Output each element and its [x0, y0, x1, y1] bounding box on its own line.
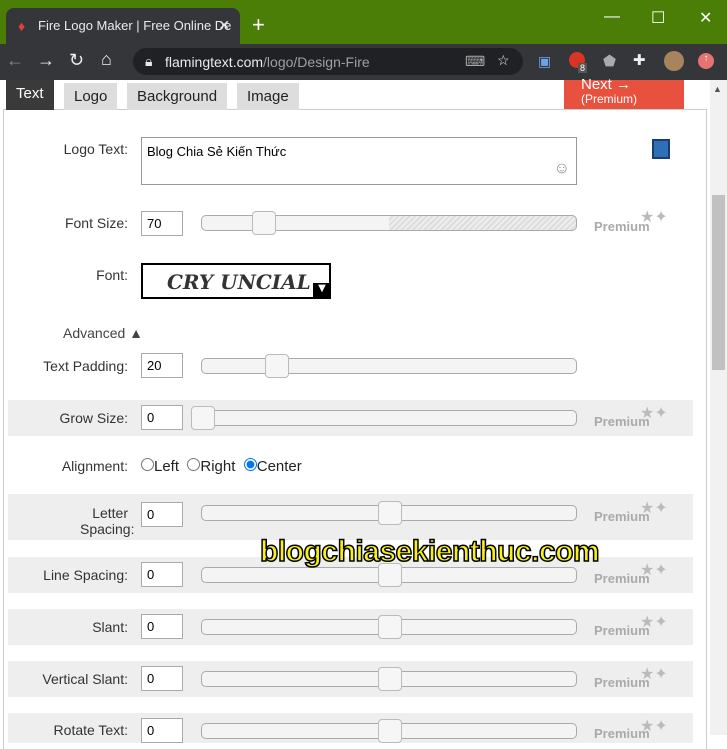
- align-center-radio[interactable]: Center: [243, 458, 302, 475]
- letter-spacing-input[interactable]: 0: [141, 502, 183, 527]
- shield-extension-icon[interactable]: ⬟: [603, 52, 616, 70]
- line-spacing-label: Line Spacing:: [43, 567, 128, 583]
- vertical-slant-input[interactable]: 0: [141, 666, 183, 691]
- slider-handle[interactable]: [378, 719, 402, 743]
- extensions-puzzle-icon[interactable]: ✚: [633, 51, 646, 69]
- translate-icon[interactable]: ⌨: [465, 53, 485, 70]
- text-padding-slider[interactable]: [201, 354, 577, 378]
- tab-logo[interactable]: Logo: [64, 83, 118, 110]
- new-tab-button[interactable]: +: [252, 12, 265, 38]
- url-domain: flamingtext.com: [165, 54, 264, 70]
- address-bar[interactable]: 🔒︎ flamingtext.com/logo/Design-Fire ⌨ ☆: [133, 48, 523, 75]
- advanced-toggle[interactable]: Advanced ▲: [63, 325, 143, 341]
- next-sublabel: (Premium): [581, 92, 637, 106]
- rotate-text-input[interactable]: 0: [141, 718, 183, 743]
- grow-size-slider[interactable]: [191, 406, 577, 430]
- browser-tab[interactable]: ♦ Fire Logo Maker | Free Online De ✕: [6, 8, 240, 44]
- premium-stars-icon: ★✦: [640, 500, 668, 517]
- slider-handle[interactable]: [191, 406, 215, 430]
- extension-icon[interactable]: ▣: [538, 53, 551, 70]
- scrollbar-thumb[interactable]: [712, 195, 725, 370]
- letter-spacing-label: Letter Spacing:: [80, 505, 135, 537]
- lock-icon: 🔒︎: [145, 53, 153, 69]
- tab-text[interactable]: Text: [6, 80, 54, 110]
- close-window-icon[interactable]: ✕: [699, 8, 712, 28]
- flame-favicon-icon: ♦: [18, 18, 26, 34]
- url-path: /logo/Design-Fire: [263, 54, 370, 70]
- video-help-icon[interactable]: [652, 139, 670, 159]
- slider-handle[interactable]: [252, 211, 276, 235]
- premium-stars-icon: ★✦: [640, 718, 668, 735]
- rotate-text-label: Rotate Text:: [53, 722, 128, 738]
- font-label: Font:: [96, 267, 128, 283]
- align-left-label: Left: [154, 458, 180, 475]
- premium-stars-icon: ★✦: [640, 666, 668, 683]
- logo-text-value: Blog Chia Sẻ Kiến Thức: [147, 144, 287, 159]
- align-right-label: Right: [200, 458, 236, 475]
- align-right-radio[interactable]: Right: [187, 458, 235, 475]
- profile-avatar[interactable]: [664, 51, 684, 71]
- slider-handle[interactable]: [378, 667, 402, 691]
- slant-label: Slant:: [92, 619, 128, 635]
- alignment-radio-group: Left Right Center: [141, 458, 302, 475]
- line-spacing-input[interactable]: 0: [141, 562, 183, 587]
- grow-size-label: Grow Size:: [59, 410, 128, 426]
- forward-icon[interactable]: →: [37, 50, 55, 71]
- back-icon[interactable]: ←: [6, 50, 24, 71]
- vertical-slant-slider[interactable]: [201, 667, 577, 691]
- scrollbar[interactable]: [710, 80, 727, 735]
- close-tab-icon[interactable]: ✕: [218, 17, 230, 34]
- font-size-label: Font Size:: [64, 215, 128, 231]
- font-value: CRY UNCIAL: [167, 270, 311, 294]
- next-label: Next →: [581, 76, 632, 93]
- tab-background[interactable]: Background: [127, 83, 228, 110]
- emoji-icon[interactable]: ☺: [554, 160, 570, 178]
- watermark: blogchiasekienthuc.com: [259, 534, 600, 569]
- text-padding-input[interactable]: 20: [141, 353, 183, 378]
- grow-size-input[interactable]: 0: [141, 405, 183, 430]
- dropdown-arrow-icon[interactable]: ▼: [313, 283, 331, 299]
- align-center-label: Center: [256, 458, 302, 475]
- extension-badge: 8: [578, 63, 588, 73]
- premium-stars-icon: ★✦: [640, 614, 668, 631]
- tab-title: Fire Logo Maker | Free Online De: [38, 18, 232, 33]
- slant-input[interactable]: 0: [141, 614, 183, 639]
- bookmark-star-icon[interactable]: ☆: [497, 52, 510, 69]
- maximize-icon[interactable]: ☐: [651, 8, 665, 28]
- home-icon[interactable]: ⌂: [101, 49, 112, 70]
- next-premium-button[interactable]: Next → (Premium): [564, 76, 684, 109]
- font-size-slider[interactable]: [201, 211, 577, 235]
- font-picker[interactable]: CRY UNCIAL ▼: [141, 263, 331, 299]
- tab-image[interactable]: Image: [237, 83, 299, 110]
- font-size-input[interactable]: 70: [141, 211, 183, 236]
- premium-stars-icon: ★✦: [640, 562, 668, 579]
- slider-handle[interactable]: [265, 354, 289, 378]
- premium-stars-icon: ★✦: [640, 209, 668, 226]
- vertical-slant-label: Vertical Slant:: [42, 671, 128, 687]
- update-icon[interactable]: ↑: [698, 53, 714, 69]
- scroll-up-icon[interactable]: ▲: [713, 84, 722, 94]
- text-padding-label: Text Padding:: [43, 358, 128, 374]
- slant-slider[interactable]: [201, 615, 577, 639]
- logo-text-input[interactable]: Blog Chia Sẻ Kiến Thức ☺: [141, 137, 577, 185]
- logo-text-label: Logo Text:: [63, 141, 128, 157]
- slider-handle[interactable]: [378, 615, 402, 639]
- alignment-label: Alignment:: [61, 458, 128, 474]
- align-left-radio[interactable]: Left: [141, 458, 179, 475]
- rotate-text-slider[interactable]: [201, 719, 577, 743]
- reload-icon[interactable]: ↻: [69, 50, 84, 71]
- premium-stars-icon: ★✦: [640, 405, 668, 422]
- line-spacing-slider[interactable]: [201, 563, 577, 587]
- slider-handle[interactable]: [378, 501, 402, 525]
- letter-spacing-slider[interactable]: [201, 501, 577, 525]
- minimize-icon[interactable]: —: [604, 8, 620, 26]
